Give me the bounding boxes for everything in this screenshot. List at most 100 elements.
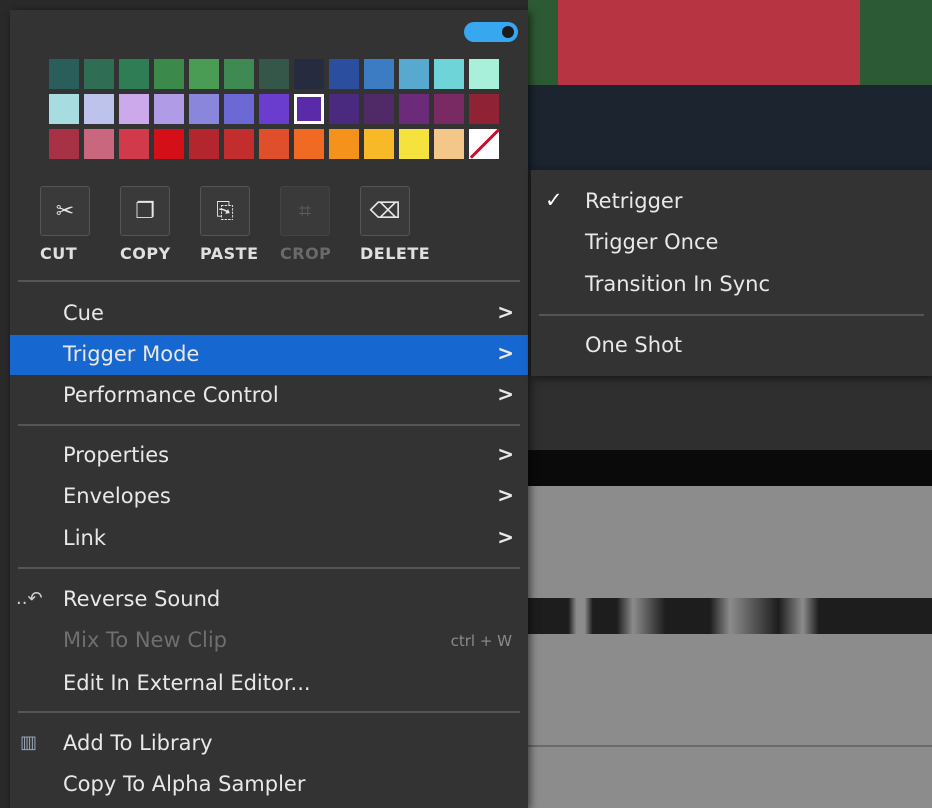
menu-item-reverse-sound[interactable]: ..↶ Reverse Sound <box>10 580 528 620</box>
color-swatch[interactable] <box>329 94 359 124</box>
color-swatch[interactable] <box>399 129 429 159</box>
color-swatch[interactable] <box>294 129 324 159</box>
separator <box>18 280 520 282</box>
color-swatch[interactable] <box>224 94 254 124</box>
color-swatch[interactable] <box>119 129 149 159</box>
clip-green-left <box>528 0 558 85</box>
context-menu: ✂ CUT ❐ COPY ⎘ PASTE ⌗ CROP ⌫ DELETE Cue > Trigge… <box>10 10 528 808</box>
color-swatch[interactable] <box>189 59 219 89</box>
menu-item-label: Performance Control <box>63 383 279 407</box>
separator <box>18 711 520 713</box>
delete-label: DELETE <box>360 244 431 263</box>
delete-button[interactable]: ⌫ <box>360 186 410 236</box>
color-swatch[interactable] <box>154 59 184 89</box>
checkmark-icon: ✓ <box>545 188 563 212</box>
submenu-item-one-shot[interactable]: One Shot <box>531 328 932 368</box>
color-swatch[interactable] <box>294 59 324 89</box>
color-swatch[interactable] <box>49 94 79 124</box>
submenu-item-label: Transition In Sync <box>585 272 771 296</box>
color-swatch[interactable] <box>399 59 429 89</box>
dark-strip <box>528 376 932 450</box>
color-swatch[interactable] <box>434 94 464 124</box>
chevron-right-icon: > <box>497 300 514 324</box>
grid-area <box>528 85 932 170</box>
color-swatch[interactable] <box>434 59 464 89</box>
submenu-item-label: Trigger Once <box>585 230 719 254</box>
menu-item-label: Envelopes <box>63 484 171 508</box>
color-swatch[interactable] <box>469 59 499 89</box>
crop-icon: ⌗ <box>298 198 312 224</box>
menu-item-trigger-mode[interactable]: Trigger Mode > <box>10 335 528 375</box>
color-swatch[interactable] <box>49 59 79 89</box>
color-swatch[interactable] <box>189 129 219 159</box>
color-swatch[interactable] <box>329 59 359 89</box>
submenu-item-label: Retrigger <box>585 189 683 213</box>
menu-item-label: Edit In External Editor... <box>63 671 311 695</box>
chevron-right-icon: > <box>497 341 514 365</box>
crop-button[interactable]: ⌗ <box>280 186 330 236</box>
color-swatch[interactable] <box>434 129 464 159</box>
menu-item-label: Trigger Mode <box>63 342 200 366</box>
clip-red <box>530 0 860 85</box>
edit-toolbar: ✂ CUT ❐ COPY ⎘ PASTE ⌗ CROP ⌫ DELETE <box>40 186 440 263</box>
menu-item-add-to-library[interactable]: ▥ Add To Library <box>10 724 528 764</box>
color-swatch[interactable] <box>189 94 219 124</box>
copy-button[interactable]: ❐ <box>120 186 170 236</box>
menu-item-cue[interactable]: Cue > <box>10 294 528 334</box>
color-swatch[interactable] <box>49 129 79 159</box>
timeline-bar <box>528 450 932 486</box>
menu-item-link[interactable]: Link > <box>10 519 528 559</box>
toggle-knob <box>502 26 514 38</box>
menu-item-properties[interactable]: Properties > <box>10 436 528 476</box>
color-swatch[interactable] <box>329 129 359 159</box>
waveform-area <box>528 486 932 808</box>
menu-item-mix-to-new-clip[interactable]: Mix To New Clip ctrl + W <box>10 621 528 661</box>
color-swatch[interactable] <box>154 129 184 159</box>
crop-tool: ⌗ CROP <box>280 186 360 263</box>
separator <box>18 424 520 426</box>
menu-item-performance-control[interactable]: Performance Control > <box>10 376 528 416</box>
color-swatch[interactable] <box>119 94 149 124</box>
paste-label: PASTE <box>200 244 259 263</box>
clipboard-icon: ⎘ <box>216 198 234 224</box>
color-swatch[interactable] <box>469 94 499 124</box>
copy-tool: ❐ COPY <box>120 186 200 263</box>
paste-button[interactable]: ⎘ <box>200 186 250 236</box>
color-swatch[interactable] <box>224 59 254 89</box>
color-swatch[interactable] <box>119 59 149 89</box>
menu-item-copy-to-alpha-sampler[interactable]: Copy To Alpha Sampler <box>10 765 528 805</box>
chevron-right-icon: > <box>497 382 514 406</box>
shortcut-label: ctrl + W <box>450 632 512 650</box>
color-swatch[interactable] <box>84 129 114 159</box>
menu-item-label: Link <box>63 526 107 550</box>
palette-row <box>49 129 504 162</box>
color-swatch[interactable] <box>399 94 429 124</box>
color-swatch[interactable] <box>364 129 394 159</box>
color-swatch[interactable] <box>259 94 289 124</box>
submenu-item-retrigger[interactable]: ✓ Retrigger <box>531 184 932 224</box>
color-swatch[interactable] <box>259 59 289 89</box>
menu-item-envelopes[interactable]: Envelopes > <box>10 477 528 517</box>
color-swatch[interactable] <box>224 129 254 159</box>
color-swatch[interactable] <box>154 94 184 124</box>
menu-item-edit-external[interactable]: Edit In External Editor... <box>10 664 528 704</box>
cut-tool: ✂ CUT <box>40 186 120 263</box>
color-swatch[interactable] <box>364 59 394 89</box>
cut-button[interactable]: ✂ <box>40 186 90 236</box>
color-swatch[interactable] <box>84 94 114 124</box>
menu-item-label: Copy To Alpha Sampler <box>63 772 306 796</box>
waveform <box>528 598 932 634</box>
color-swatch[interactable] <box>259 129 289 159</box>
chevron-right-icon: > <box>497 483 514 507</box>
backspace-icon: ⌫ <box>369 198 401 224</box>
color-swatch[interactable] <box>364 94 394 124</box>
no-color-swatch[interactable] <box>469 129 499 159</box>
submenu-item-transition-in-sync[interactable]: Transition In Sync <box>531 267 932 307</box>
submenu-item-trigger-once[interactable]: Trigger Once <box>531 225 932 265</box>
color-swatch[interactable] <box>84 59 114 89</box>
color-swatch[interactable] <box>294 94 324 124</box>
toggle-switch[interactable] <box>464 22 518 42</box>
trigger-mode-submenu: ✓ Retrigger Trigger Once Transition In S… <box>531 170 932 376</box>
paste-tool: ⎘ PASTE <box>200 186 280 263</box>
separator <box>539 314 924 316</box>
